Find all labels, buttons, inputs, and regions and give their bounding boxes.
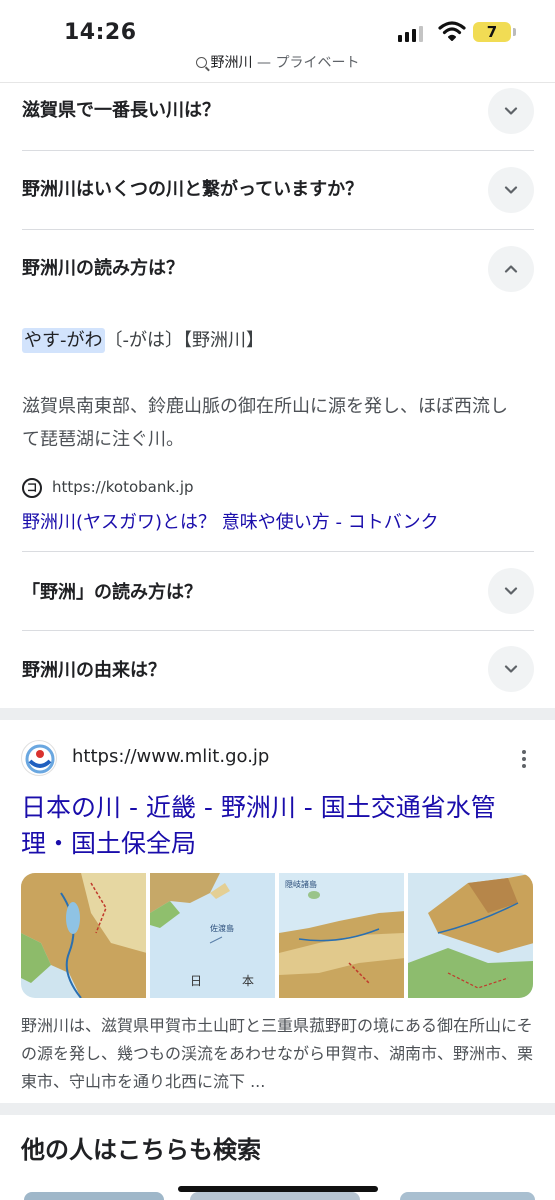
answer-reading: やす-がわ 〔-がは〕【野洲川】 (22, 326, 265, 353)
related-card[interactable] (24, 1192, 164, 1200)
faq-question-2[interactable]: 野洲川はいくつの川と繋がっていますか？ (22, 175, 363, 201)
battery-tip (513, 28, 516, 36)
related-searches-heading: 他の人はこちらも検索 (21, 1136, 261, 1164)
map-label-m2-b: 日 (190, 974, 202, 988)
faq-expand-button-4[interactable] (488, 568, 534, 614)
map-label-m2-a: 佐渡島 (210, 923, 234, 933)
faq-collapse-button-3[interactable] (488, 246, 534, 292)
chevron-up-icon (504, 265, 518, 273)
map-thumbnail-3[interactable]: 隠岐諸島 (279, 873, 404, 998)
divider (22, 630, 534, 631)
address-query: 野洲川 (210, 55, 253, 71)
divider (22, 150, 534, 151)
faq-question-4[interactable]: 「野洲」の読み方は？ (22, 578, 202, 604)
chevron-down-icon (504, 186, 518, 194)
source-link[interactable]: 野洲川(ヤスガワ)とは？ 意味や使い方 - コトバンク (22, 508, 439, 534)
divider (0, 82, 555, 83)
map-thumbnail-4[interactable] (408, 873, 533, 998)
chevron-down-icon (504, 587, 518, 595)
source-url[interactable]: https://kotobank.jp (52, 478, 194, 496)
faq-expand-button-2[interactable] (488, 167, 534, 213)
related-card[interactable] (400, 1192, 535, 1200)
faq-question-1[interactable]: 滋賀県で一番長い川は？ (22, 96, 220, 122)
section-separator (0, 708, 555, 720)
signal-icon (398, 24, 423, 42)
status-time: 14:26 (64, 20, 137, 45)
related-card[interactable] (190, 1192, 360, 1200)
map-label-m2-c: 本 (242, 974, 254, 988)
map-thumbnail-2[interactable]: 日 本 佐渡島 (150, 873, 275, 998)
section-separator (0, 1103, 555, 1115)
status-bar: 14:26 7 (0, 0, 555, 52)
search-icon (195, 57, 207, 68)
home-indicator[interactable] (178, 1186, 378, 1192)
wifi-icon (438, 21, 466, 41)
result-snippet: 野洲川は、滋賀県甲賀市土山町と三重県菰野町の境にある御在所山にその源を発し、幾つ… (21, 1016, 534, 1091)
reading-detail: 〔-がは〕【野洲川】 (104, 330, 265, 351)
divider (22, 229, 534, 230)
address-bar[interactable]: 野洲川 — プライベート (0, 52, 555, 80)
reading-highlight: やす-がわ (22, 328, 105, 353)
result-url[interactable]: https://www.mlit.go.jp (72, 746, 269, 767)
result-image-strip[interactable]: 日 本 佐渡島 隠岐諸島 (21, 873, 533, 998)
faq-expand-button-1[interactable] (488, 88, 534, 134)
answer-text: 滋賀県南東部、鈴鹿山脈の御在所山に源を発し、ほぼ西流して琵琶湖に注ぐ川。 (22, 396, 508, 450)
more-vert-icon[interactable] (522, 750, 528, 771)
faq-question-5[interactable]: 野洲川の由来は？ (22, 656, 166, 682)
mlit-logo-icon (21, 740, 57, 776)
chevron-down-icon (504, 107, 518, 115)
divider (22, 551, 534, 552)
faq-question-3[interactable]: 野洲川の読み方は？ (22, 254, 184, 280)
battery-icon: 7 (473, 22, 511, 42)
map-label-m3-a: 隠岐諸島 (285, 879, 317, 889)
address-private-label: — プライベート (252, 55, 360, 71)
kotobank-icon: コ (22, 478, 42, 498)
result-title[interactable]: 日本の川 - 近畿 - 野洲川 - 国土交通省水管理・国土保全局 (21, 790, 531, 862)
chevron-down-icon (504, 665, 518, 673)
faq-expand-button-5[interactable] (488, 646, 534, 692)
map-thumbnail-1[interactable] (21, 873, 146, 998)
